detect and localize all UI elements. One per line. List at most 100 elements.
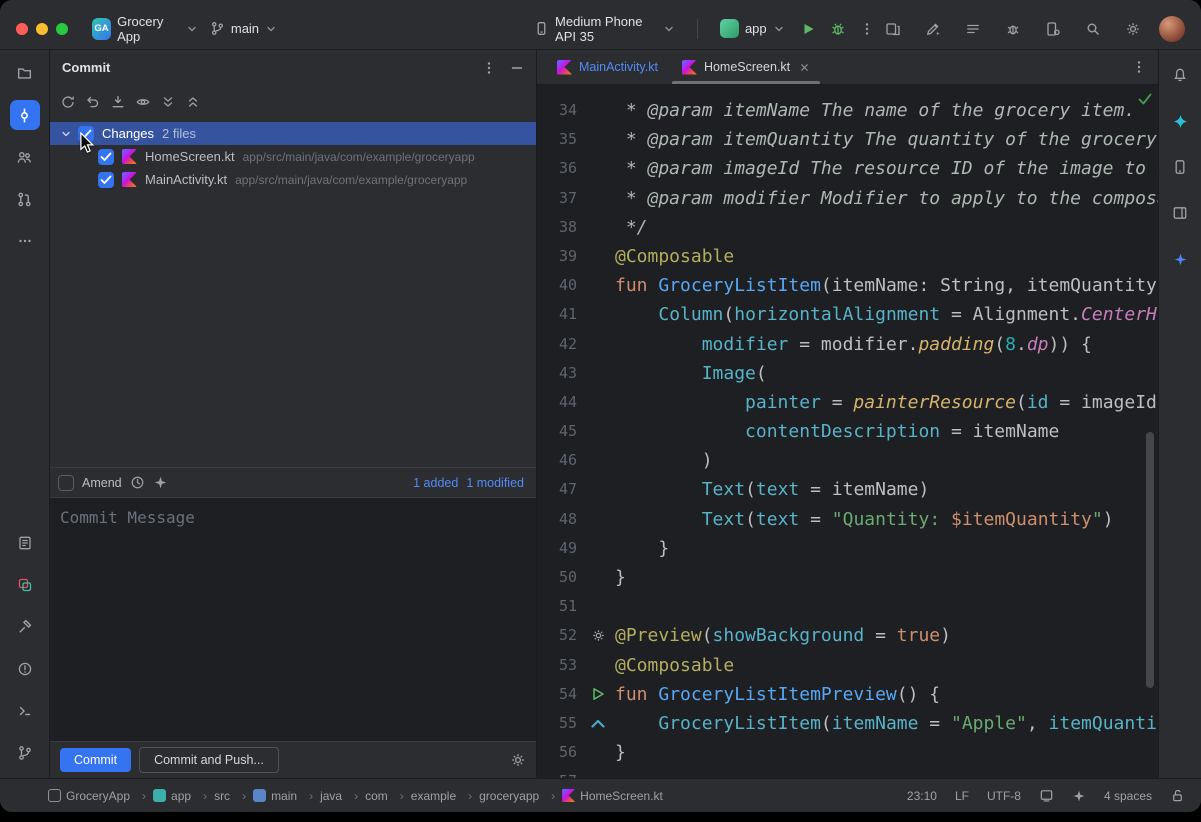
collapse-all-icon[interactable]: [185, 94, 201, 110]
code-line[interactable]: 34 * @param itemName The name of the gro…: [537, 96, 1158, 125]
change-file-row[interactable]: HomeScreen.kt app/src/main/java/com/exam…: [50, 145, 536, 168]
change-file-row[interactable]: MainActivity.kt app/src/main/java/com/ex…: [50, 168, 536, 191]
code-area[interactable]: 34 * @param itemName The name of the gro…: [537, 85, 1158, 778]
cursor-position-widget[interactable]: 23:10: [907, 789, 937, 803]
device-mirror-icon[interactable]: [879, 15, 907, 43]
code-text[interactable]: Text(text = itemName): [615, 475, 1158, 504]
lock-icon[interactable]: [1170, 788, 1185, 803]
settings-icon[interactable]: [1119, 15, 1147, 43]
notifications-button[interactable]: [1165, 60, 1195, 90]
user-avatar[interactable]: [1159, 16, 1185, 42]
commit-tool-button[interactable]: [10, 100, 40, 130]
hide-panel-icon[interactable]: [510, 61, 524, 75]
code-text[interactable]: fun GroceryListItem(itemName: String, it…: [615, 271, 1158, 300]
code-line[interactable]: 57: [537, 767, 1158, 778]
commit-message-input[interactable]: Commit Message: [50, 497, 536, 742]
code-text[interactable]: @Composable: [615, 651, 1158, 680]
device-explorer-tool-button[interactable]: [1165, 198, 1195, 228]
modified-count[interactable]: 1 modified: [466, 476, 524, 490]
branch-widget[interactable]: main: [204, 17, 283, 40]
version-control-tool-button[interactable]: [10, 738, 40, 768]
code-line[interactable]: 43 Image(: [537, 359, 1158, 388]
minimize-window-button[interactable]: [36, 23, 48, 35]
commit-and-push-button[interactable]: Commit and Push...: [139, 747, 279, 773]
code-text[interactable]: }: [615, 738, 1158, 767]
search-icon[interactable]: [1079, 15, 1107, 43]
gutter-run-icon[interactable]: [581, 680, 615, 709]
history-icon[interactable]: [130, 475, 145, 490]
changes-row[interactable]: Changes 2 files: [50, 122, 536, 145]
diff-preview-icon[interactable]: [135, 94, 151, 110]
code-line[interactable]: 37 * @param modifier Modifier to apply t…: [537, 184, 1158, 213]
project-widget[interactable]: GA Grocery App: [86, 10, 204, 48]
gutter-up-icon[interactable]: [581, 709, 615, 738]
code-line[interactable]: 46 ): [537, 446, 1158, 475]
chevron-down-icon[interactable]: [60, 128, 72, 140]
code-line[interactable]: 54fun GroceryListItemPreview() {: [537, 680, 1158, 709]
file-checkbox[interactable]: [98, 149, 114, 165]
breadcrumb-item[interactable]: com: [365, 789, 411, 803]
gemini-tool-button[interactable]: [1165, 106, 1195, 136]
device-selector[interactable]: Medium Phone API 35: [528, 10, 681, 48]
run-button[interactable]: [797, 15, 820, 43]
tab-mainactivity[interactable]: MainActivity.kt: [545, 50, 670, 84]
code-line[interactable]: 48 Text(text = "Quantity: $itemQuantity"…: [537, 505, 1158, 534]
code-text[interactable]: * @param itemQuantity The quantity of th…: [615, 125, 1158, 154]
breadcrumb-item[interactable]: groceryapp: [479, 789, 562, 803]
profiler-icon[interactable]: [999, 15, 1027, 43]
expand-all-icon[interactable]: [160, 94, 176, 110]
code-line[interactable]: 52@Preview(showBackground = true): [537, 621, 1158, 650]
tab-homescreen[interactable]: HomeScreen.kt: [670, 50, 822, 84]
breadcrumb-item[interactable]: java: [320, 789, 365, 803]
indent-widget[interactable]: 4 spaces: [1104, 789, 1152, 803]
debug-button[interactable]: [826, 15, 849, 43]
app-quality-insights-tool-button[interactable]: [10, 570, 40, 600]
encoding-widget[interactable]: UTF-8: [987, 789, 1021, 803]
commit-button[interactable]: Commit: [60, 748, 131, 772]
code-text[interactable]: painter = painterResource(id = imageId),: [615, 388, 1158, 417]
run-config-selector[interactable]: app: [714, 15, 791, 42]
device-manager-icon[interactable]: [1039, 15, 1067, 43]
more-actions-button[interactable]: [856, 15, 879, 43]
logcat-tool-button[interactable]: [10, 528, 40, 558]
code-text[interactable]: @Preview(showBackground = true): [615, 621, 1158, 650]
code-line[interactable]: 36 * @param imageId The resource ID of t…: [537, 154, 1158, 183]
zoom-window-button[interactable]: [56, 23, 68, 35]
code-text[interactable]: * @param modifier Modifier to apply to t…: [615, 184, 1158, 213]
code-line[interactable]: 51: [537, 592, 1158, 621]
close-window-button[interactable]: [16, 23, 28, 35]
code-line[interactable]: 35 * @param itemQuantity The quantity of…: [537, 125, 1158, 154]
shelve-icon[interactable]: [110, 94, 126, 110]
code-line[interactable]: 55 GroceryListItem(itemName = "Apple", i…: [537, 709, 1158, 738]
breadcrumb-item[interactable]: app: [153, 789, 214, 803]
terminal-tool-button[interactable]: [10, 696, 40, 726]
rollback-icon[interactable]: [85, 94, 101, 110]
ai-sparkle-icon[interactable]: [153, 475, 168, 490]
refresh-icon[interactable]: [60, 94, 76, 110]
code-text[interactable]: }: [615, 563, 1158, 592]
code-line[interactable]: 53@Composable: [537, 651, 1158, 680]
editor-config-icon[interactable]: [1039, 788, 1054, 803]
problems-tool-button[interactable]: [10, 654, 40, 684]
code-text[interactable]: [615, 767, 1158, 778]
panel-options-icon[interactable]: [482, 61, 496, 75]
code-text[interactable]: Image(: [615, 359, 1158, 388]
inspection-ok-icon[interactable]: [1138, 93, 1152, 105]
code-line[interactable]: 44 painter = painterResource(id = imageI…: [537, 388, 1158, 417]
code-line[interactable]: 39@Composable: [537, 242, 1158, 271]
code-text[interactable]: */: [615, 213, 1158, 242]
ai-status-icon[interactable]: [1072, 789, 1086, 803]
code-text[interactable]: [615, 592, 1158, 621]
code-line[interactable]: 42 modifier = modifier.padding(8.dp)) {: [537, 330, 1158, 359]
gutter-gear-icon[interactable]: [581, 621, 615, 650]
code-text[interactable]: @Composable: [615, 242, 1158, 271]
code-text[interactable]: * @param imageId The resource ID of the …: [615, 154, 1158, 183]
file-checkbox[interactable]: [98, 172, 114, 188]
structure-tool-button[interactable]: [10, 142, 40, 172]
pull-requests-tool-button[interactable]: [10, 184, 40, 214]
code-text[interactable]: GroceryListItem(itemName = "Apple", item…: [615, 709, 1158, 738]
code-line[interactable]: 38 */: [537, 213, 1158, 242]
code-text[interactable]: }: [615, 534, 1158, 563]
breadcrumb-item[interactable]: src: [214, 789, 253, 803]
code-text[interactable]: ): [615, 446, 1158, 475]
